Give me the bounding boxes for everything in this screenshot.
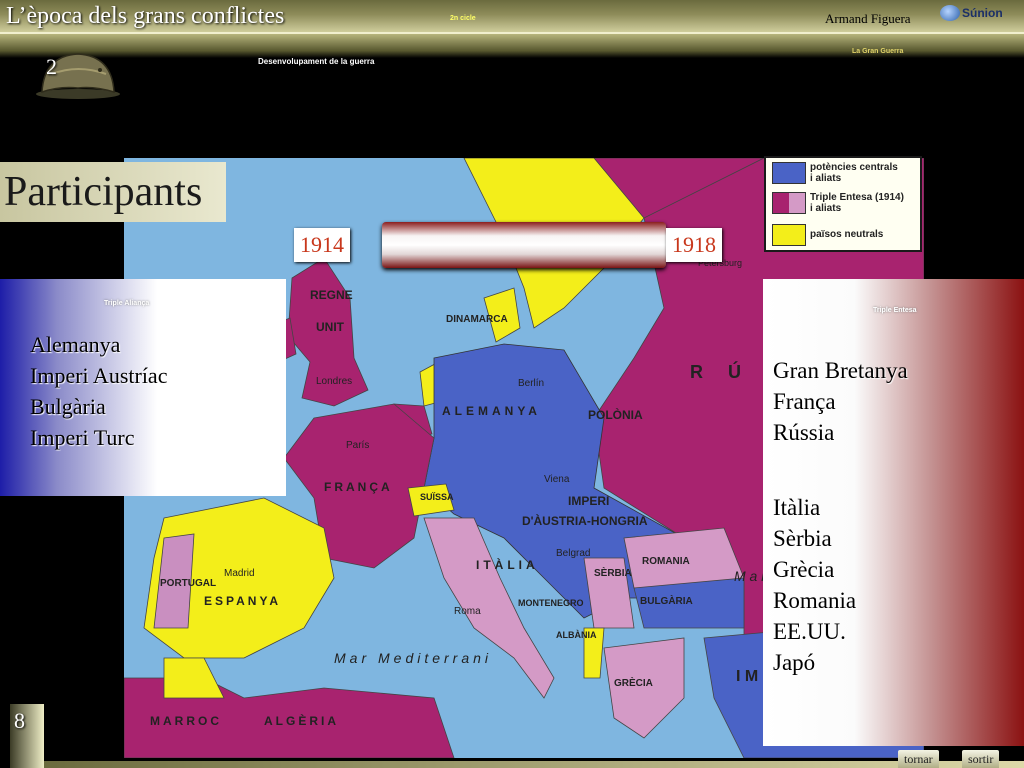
triple-entente-list: Gran Bretanya França Rússia xyxy=(773,355,908,448)
sunion-logo: Súnion xyxy=(940,2,1022,24)
map-label-dinamarca: DINAMARCA xyxy=(446,314,508,325)
back-button[interactable]: tornar xyxy=(898,750,939,768)
map-label-portugal: PORTUGAL xyxy=(160,578,217,589)
logo-text: Súnion xyxy=(962,6,1003,20)
globe-icon xyxy=(940,5,960,21)
list-item: Alemanya xyxy=(30,332,121,357)
legend-swatch-entente xyxy=(772,192,806,214)
legend-swatch-neutral xyxy=(772,224,806,246)
legend-swatch-central xyxy=(772,162,806,184)
map-label-bulgaria: BULGÀRIA xyxy=(640,596,693,607)
timeline-slider[interactable] xyxy=(382,222,666,268)
map-label-franca: FRANÇA xyxy=(324,480,393,494)
legend-text-entente: Triple Entesa (1914) i aliats xyxy=(810,192,904,214)
map-label-berlin: Berlín xyxy=(518,378,545,389)
legend-label-neutral: països neutrals xyxy=(810,229,884,240)
map-label-albania: ALBÀNIA xyxy=(556,630,597,640)
map-label-mar-mediterrani: Mar Mediterrani xyxy=(334,650,493,666)
course-label: 2n cicle xyxy=(450,15,476,22)
map-label-espanya: ESPANYA xyxy=(204,594,282,608)
map-label-romania: ROMANIA xyxy=(642,556,690,567)
list-item: Imperi Austríac xyxy=(30,363,168,388)
footer-strip xyxy=(44,761,1024,768)
entente-allies-list: Itàlia Sèrbia Grècia Romania EE.UU. Japó xyxy=(773,492,856,678)
map-label-viena: Viena xyxy=(544,474,570,485)
triple-entente-title: Triple Entesa xyxy=(873,307,917,314)
header-bar: L’època dels grans conflictes 2n cicle A… xyxy=(0,0,1024,34)
map-label-imperi: IMPERI xyxy=(568,494,610,508)
map-label-belgrad: Belgrad xyxy=(556,548,591,559)
map-label-roma: Roma xyxy=(454,606,481,617)
legend-label-central-2: i aliats xyxy=(810,173,842,184)
list-item: EE.UU. xyxy=(773,619,846,644)
map-label-madrid: Madrid xyxy=(224,568,255,579)
list-item: Romania xyxy=(773,588,857,613)
section-title: Desenvolupament de la guerra xyxy=(258,57,375,66)
map-label-regne: REGNE xyxy=(310,288,353,302)
list-item: Bulgària xyxy=(30,394,106,419)
map-label-mar-negre: M a r xyxy=(734,568,766,584)
unit-number: 2 xyxy=(46,54,57,79)
triple-alliance-title: Triple Aliança xyxy=(104,300,150,307)
map-label-serbia: SÈRBIA xyxy=(594,568,632,579)
triple-entente-panel: Triple Entesa Gran Bretanya França Rússi… xyxy=(763,279,1024,746)
map-label-paris: París xyxy=(346,440,370,451)
legend-label-entente-1: Triple Entesa (1914) xyxy=(810,192,904,203)
map-label-unit: UNIT xyxy=(316,320,344,334)
list-item: Grècia xyxy=(773,557,835,582)
map-label-ru: R Ú xyxy=(690,362,742,382)
triple-alliance-panel: Triple Aliança Alemanya Imperi Austríac … xyxy=(0,279,286,496)
list-item: Sèrbia xyxy=(773,526,832,551)
map-label-algeria: ALGÈRIA xyxy=(264,714,339,728)
map-label-suissa: SUÏSSA xyxy=(420,492,454,502)
list-item: Gran Bretanya xyxy=(773,358,908,383)
author-name: Armand Figuera xyxy=(825,11,911,26)
map-label-grecia: GRÈCIA xyxy=(614,678,653,689)
legend-text-neutral: països neutrals xyxy=(810,224,883,240)
triple-alliance-list: Alemanya Imperi Austríac Bulgària Imperi… xyxy=(30,329,167,453)
map-label-polonia: POLÒNIA xyxy=(588,408,643,422)
list-item: Rússia xyxy=(773,420,835,445)
legend-item-central-powers: potències centrals i aliats xyxy=(772,162,898,184)
year-start-button[interactable]: 1914 xyxy=(294,228,350,262)
map-legend: potències centrals i aliats Triple Entes… xyxy=(764,156,922,252)
list-item: Imperi Turc xyxy=(30,425,135,450)
list-item: Itàlia xyxy=(773,495,821,520)
quit-button[interactable]: sortir xyxy=(962,750,1000,768)
map-label-italia: ITÀLIA xyxy=(476,558,539,572)
map-label-imperi-turc: I M xyxy=(736,668,759,685)
app-title: L’època dels grans conflictes xyxy=(6,3,285,29)
list-item: França xyxy=(773,389,836,414)
map-label-alemanya: ALEMANYA xyxy=(442,404,541,418)
slide-heading: Participants xyxy=(0,162,226,222)
legend-item-entente: Triple Entesa (1914) i aliats xyxy=(772,192,904,214)
year-end-button[interactable]: 1918 xyxy=(666,228,722,262)
map-label-austria-hongria: D'ÀUSTRIA-HONGRIA xyxy=(522,514,648,528)
map-label-londres: Londres xyxy=(316,376,353,387)
legend-label-central-1: potències centrals xyxy=(810,162,898,173)
map-label-montenegro: MONTENEGRO xyxy=(518,598,584,608)
topic-label: La Gran Guerra xyxy=(852,48,904,55)
legend-item-neutral: països neutrals xyxy=(772,224,883,246)
legend-label-entente-2: i aliats xyxy=(810,203,842,214)
page-number: 8 xyxy=(10,704,44,768)
map-label-marroc: MARROC xyxy=(150,714,222,728)
list-item: Japó xyxy=(773,650,816,675)
legend-text-central: potències centrals i aliats xyxy=(810,162,898,184)
